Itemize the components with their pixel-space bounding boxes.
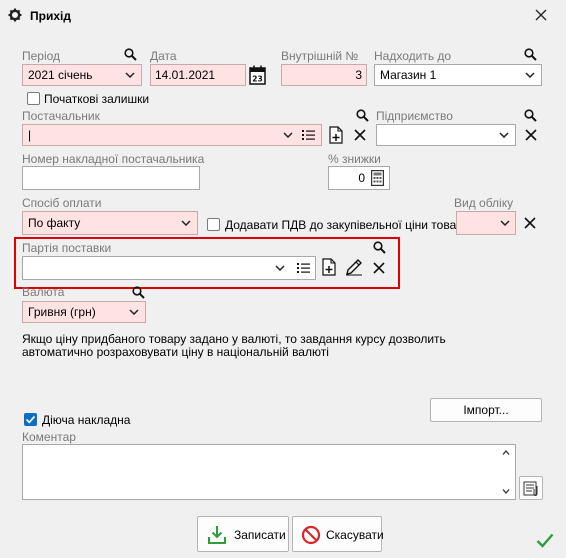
period-search-icon[interactable] — [124, 48, 137, 61]
period-select[interactable]: 2021 січень — [22, 64, 142, 86]
opening-balances-checkbox[interactable] — [27, 92, 40, 105]
payment-method-select[interactable]: По факту — [22, 211, 198, 235]
batch-clear-icon[interactable] — [373, 262, 385, 274]
save-button[interactable]: Записати — [197, 516, 289, 552]
arrives-to-search-icon[interactable] — [524, 48, 537, 61]
payment-method-value: По факту — [28, 216, 81, 230]
chevron-down-icon — [283, 132, 293, 138]
batch-label: Партія поставки — [22, 241, 112, 255]
add-vat-label: Додавати ПДВ до закупівельної ціни товар… — [225, 218, 469, 232]
supplier-select[interactable]: | — [22, 124, 322, 146]
enterprise-select[interactable] — [376, 124, 516, 146]
arrives-to-value: Магазин 1 — [380, 68, 437, 82]
save-button-label: Записати — [234, 528, 286, 542]
batch-select[interactable] — [22, 256, 316, 280]
import-button[interactable]: Імпорт... — [430, 398, 542, 422]
chevron-down-icon — [125, 72, 135, 78]
import-button-label: Імпорт... — [463, 403, 509, 417]
currency-search-icon[interactable] — [132, 286, 145, 299]
enterprise-clear-icon[interactable] — [525, 129, 537, 141]
status-check-icon — [536, 533, 554, 548]
currency-value: Гривня (грн) — [28, 305, 96, 319]
period-value: 2021 січень — [28, 68, 93, 82]
opening-balances-label: Початкові залишки — [44, 92, 150, 106]
batch-search-icon[interactable] — [373, 241, 386, 254]
payment-method-label: Спосіб оплати — [22, 196, 102, 210]
internal-no-value: 3 — [355, 68, 362, 82]
svg-text:23: 23 — [252, 75, 262, 84]
accounting-type-label: Вид обліку — [454, 196, 514, 210]
internal-no-input[interactable]: 3 — [281, 64, 367, 86]
date-label: Дата — [150, 49, 177, 63]
enterprise-search-icon[interactable] — [524, 109, 537, 122]
batch-add-icon[interactable] — [322, 258, 336, 276]
currency-note-line2: автоматично розраховувати ціну в націона… — [22, 345, 329, 359]
batch-edit-icon[interactable] — [345, 259, 363, 276]
list-icon[interactable] — [302, 130, 315, 140]
chevron-down-icon — [500, 220, 510, 226]
supplier-invoice-input[interactable] — [22, 166, 200, 190]
supplier-clear-icon[interactable] — [354, 129, 366, 141]
discount-input[interactable]: 0 — [328, 166, 390, 190]
enterprise-label: Підприємство — [376, 109, 453, 123]
supplier-add-icon[interactable] — [329, 126, 343, 144]
period-label: Період — [22, 49, 61, 63]
arrives-to-select[interactable]: Магазин 1 — [374, 64, 542, 86]
supplier-invoice-label: Номер накладної постачальника — [22, 152, 205, 166]
chevron-down-icon — [499, 132, 509, 138]
discount-value: 0 — [358, 171, 365, 185]
discount-label: % знижки — [328, 152, 381, 166]
date-input[interactable]: 14.01.2021 — [150, 64, 246, 86]
active-invoice-label: Діюча накладна — [42, 413, 131, 427]
cancel-button[interactable]: Скасувати — [292, 516, 384, 552]
calendar-icon[interactable]: 23 — [249, 65, 266, 85]
accounting-type-select[interactable] — [456, 211, 516, 235]
currency-select[interactable]: Гривня (грн) — [22, 301, 146, 323]
chevron-down-icon — [181, 220, 191, 226]
cancel-button-label: Скасувати — [326, 528, 384, 542]
attach-note-icon — [523, 480, 540, 497]
scroll-up-icon[interactable] — [502, 450, 510, 455]
title-bar — [0, 0, 566, 32]
supplier-label: Постачальник — [22, 109, 100, 123]
comment-textarea[interactable] — [22, 444, 516, 500]
internal-no-label: Внутрішній № — [281, 49, 359, 63]
accounting-type-clear-icon[interactable] — [524, 217, 536, 229]
date-value: 14.01.2021 — [155, 68, 216, 82]
comment-label: Коментар — [22, 430, 76, 444]
supplier-search-icon[interactable] — [356, 109, 369, 122]
chevron-down-icon — [525, 72, 535, 78]
supplier-value: | — [28, 128, 32, 142]
window-title: Прихід — [30, 9, 71, 23]
chevron-down-icon — [129, 309, 139, 315]
attach-note-button[interactable] — [519, 476, 543, 500]
chevron-down-icon — [275, 265, 285, 271]
cancel-prohibited-icon — [301, 525, 321, 545]
currency-label: Валюта — [22, 285, 65, 299]
currency-note-line1: Якщо ціну придбаного товару задано у вал… — [22, 332, 446, 346]
arrives-to-label: Надходить до — [374, 49, 452, 63]
close-window-icon[interactable] — [535, 9, 547, 21]
gear-icon — [8, 8, 22, 22]
active-invoice-checkbox[interactable] — [24, 413, 37, 426]
list-icon[interactable] — [297, 263, 310, 273]
calculator-icon[interactable] — [371, 170, 384, 186]
save-download-icon — [207, 525, 227, 545]
add-vat-checkbox[interactable] — [207, 218, 220, 231]
scroll-down-icon[interactable] — [502, 489, 510, 494]
